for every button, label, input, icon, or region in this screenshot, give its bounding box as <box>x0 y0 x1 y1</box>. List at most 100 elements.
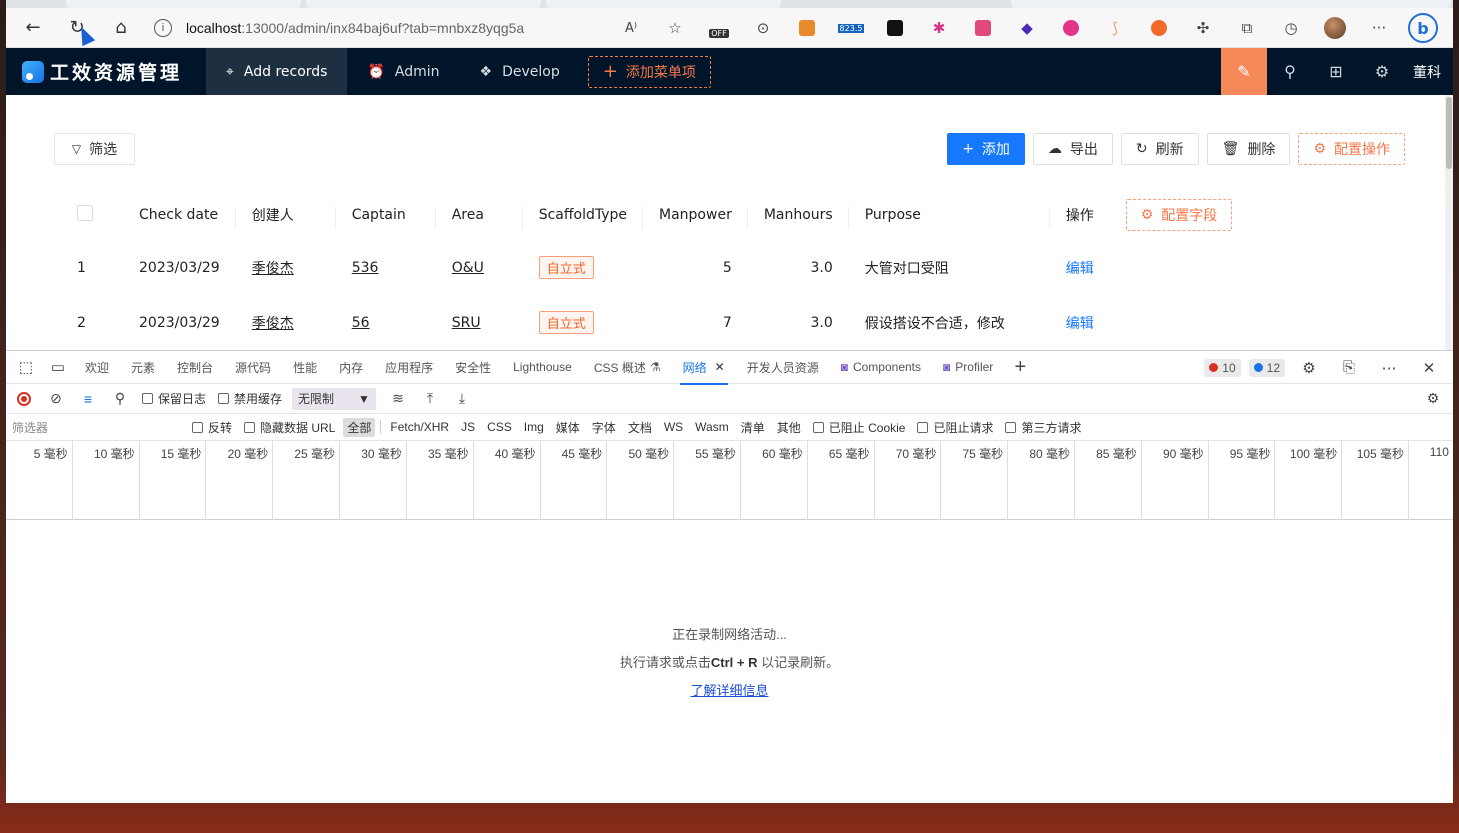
tab-sources[interactable]: 源代码 <box>224 351 282 384</box>
record-icon[interactable] <box>8 384 40 414</box>
vpn-off-icon[interactable]: OFF <box>697 13 741 43</box>
tab-network[interactable]: 网络 ✕ <box>672 351 736 385</box>
tab-components[interactable]: ◙ Components <box>830 351 932 384</box>
blocked-requests-checkbox[interactable]: 已阻止请求 <box>917 419 993 436</box>
tab-application[interactable]: 应用程序 <box>374 351 444 384</box>
type-fetch-xhr[interactable]: Fetch/XHR <box>386 419 453 435</box>
profile-avatar[interactable] <box>1313 13 1357 43</box>
tab-lighthouse[interactable]: Lighthouse <box>502 351 583 384</box>
bing-icon[interactable]: b <box>1401 13 1445 43</box>
history-icon[interactable]: ◷ <box>1269 13 1313 43</box>
error-count-badge[interactable]: 10 <box>1204 358 1241 377</box>
add-menu-item-button[interactable]: + 添加菜单项 <box>587 55 711 88</box>
home-icon[interactable]: ⌂ <box>106 13 136 43</box>
type-js[interactable]: JS <box>457 419 479 435</box>
col-manpower[interactable]: Manpower <box>643 190 748 240</box>
import-icon[interactable]: ⤒ <box>414 384 446 414</box>
type-wasm[interactable]: Wasm <box>691 419 733 435</box>
badge-ext-icon[interactable]: 823.5 <box>829 13 873 43</box>
type-img[interactable]: Img <box>520 419 548 435</box>
close-tab-icon[interactable]: ✕ <box>715 360 725 374</box>
edit-link[interactable]: 编辑 <box>1066 261 1094 277</box>
throttle-select[interactable]: 无限制 ▼ <box>292 387 376 410</box>
col-creator[interactable]: 创建人 <box>236 190 336 240</box>
add-button[interactable]: + 添加 <box>947 133 1025 165</box>
add-tab-icon[interactable]: + <box>1004 351 1036 384</box>
puzzle-icon[interactable]: ✣ <box>1181 13 1225 43</box>
captain-link[interactable]: 536 <box>352 260 379 276</box>
col-manhours[interactable]: Manhours <box>748 190 849 240</box>
info-count-badge[interactable]: 12 <box>1248 358 1285 377</box>
translate-icon[interactable] <box>961 13 1005 43</box>
hide-data-url-checkbox[interactable]: 隐藏数据 URL <box>244 419 335 436</box>
type-media[interactable]: 媒体 <box>552 418 584 437</box>
network-settings-icon[interactable]: ⚙ <box>1417 384 1449 414</box>
info-icon[interactable]: i <box>154 18 172 37</box>
tab-memory[interactable]: 内存 <box>328 351 374 384</box>
export-har-icon[interactable]: ⤓ <box>446 384 478 414</box>
creator-link[interactable]: 季俊杰 <box>252 316 294 332</box>
type-ws[interactable]: WS <box>660 419 687 435</box>
close-devtools-icon[interactable]: ✕ <box>1413 351 1445 384</box>
more-options-icon[interactable]: ⋯ <box>1373 351 1405 384</box>
search-ext-icon[interactable] <box>1049 13 1093 43</box>
config-fields-button[interactable]: ⚙ 配置字段 <box>1125 199 1233 231</box>
col-scaffold-type[interactable]: ScaffoldType <box>523 190 644 240</box>
network-timeline[interactable]: 5 毫秒 10 毫秒 15 毫秒 20 毫秒 25 毫秒 30 毫秒 35 毫秒 40 毫秒 4… <box>6 441 1453 520</box>
rss-icon[interactable]: ⟆ <box>1093 13 1137 43</box>
edit-link[interactable]: 编辑 <box>1066 316 1094 332</box>
highlight-pen-icon[interactable]: ✎ <box>1221 48 1267 95</box>
select-all-checkbox[interactable] <box>61 190 123 240</box>
read-aloud-icon[interactable]: A⁾ <box>609 13 653 43</box>
col-area[interactable]: Area <box>436 190 523 240</box>
back-icon[interactable]: ← <box>18 13 48 43</box>
circle-icon[interactable]: ⊙ <box>741 13 785 43</box>
type-all[interactable]: 全部 <box>343 417 376 437</box>
dock-icon[interactable]: ⎘ <box>1333 351 1365 384</box>
type-manifest[interactable]: 清单 <box>737 418 769 437</box>
device-toolbar-icon[interactable]: ▭ <box>42 351 74 384</box>
collections-icon[interactable]: ⧉ <box>1225 13 1269 43</box>
tab-css-overview[interactable]: CSS 概述 ⚗ <box>583 351 672 384</box>
preserve-log-checkbox[interactable]: 保留日志 <box>142 390 206 407</box>
col-captain[interactable]: Captain <box>336 190 436 240</box>
page-scrollbar[interactable] <box>1445 95 1453 350</box>
table-row[interactable]: 1 2023/03/29 季俊杰 536 O&U 自立式 5 3.0 大管对口受… <box>61 240 1248 295</box>
third-party-checkbox[interactable]: 第三方请求 <box>1005 419 1082 436</box>
export-button[interactable]: ☁ 导出 <box>1032 133 1113 165</box>
clear-icon[interactable]: ⊘ <box>40 384 72 414</box>
menu-item-admin[interactable]: ⏰ Admin <box>347 48 459 95</box>
orange-ext-icon[interactable] <box>1137 13 1181 43</box>
delete-button[interactable]: 🗑 删除 <box>1206 133 1291 165</box>
tab-developer-resources[interactable]: 开发人员资源 <box>736 351 830 384</box>
app-logo[interactable]: 工效资源管理 <box>6 48 206 95</box>
type-css[interactable]: CSS <box>483 419 516 435</box>
metamask-icon[interactable] <box>785 13 829 43</box>
url-field[interactable]: i localhost:13000/admin/inx84baj6uf?tab=… <box>154 13 524 43</box>
network-conditions-icon[interactable]: ≋ <box>382 384 414 414</box>
tab-elements[interactable]: 元素 <box>120 351 166 384</box>
tab-profiler[interactable]: ◙ Profiler <box>932 351 1004 384</box>
invert-checkbox[interactable]: 反转 <box>192 419 232 436</box>
filter-input[interactable]: 筛选器 <box>6 419 186 436</box>
disable-cache-checkbox[interactable]: 禁用缓存 <box>218 390 282 407</box>
table-row[interactable]: 2 2023/03/29 季俊杰 56 SRU 自立式 7 3.0 假设搭设不合… <box>61 295 1248 350</box>
type-other[interactable]: 其他 <box>773 418 805 437</box>
tab-performance[interactable]: 性能 <box>282 351 328 384</box>
type-font[interactable]: 字体 <box>588 418 620 437</box>
menu-item-develop[interactable]: ❖ Develop <box>460 48 580 95</box>
col-purpose[interactable]: Purpose <box>849 190 1050 240</box>
tab-security[interactable]: 安全性 <box>444 351 502 384</box>
settings-gear-icon[interactable]: ⚙ <box>1359 48 1405 95</box>
search-icon[interactable]: ⚲ <box>104 384 136 414</box>
user-name[interactable]: 董科 <box>1405 62 1453 82</box>
learn-more-link[interactable]: 了解详细信息 <box>690 683 768 698</box>
pinwheel-icon[interactable]: ✱ <box>917 13 961 43</box>
black-ext-icon[interactable] <box>873 13 917 43</box>
filter-button[interactable]: ▽ 筛选 <box>54 133 135 165</box>
grid-icon[interactable]: ⊞ <box>1313 48 1359 95</box>
filter-toggle-icon[interactable]: ≡ <box>72 384 104 414</box>
creator-link[interactable]: 季俊杰 <box>252 261 294 277</box>
type-doc[interactable]: 文档 <box>624 418 656 437</box>
blocked-cookies-checkbox[interactable]: 已阻止 Cookie <box>812 419 905 436</box>
